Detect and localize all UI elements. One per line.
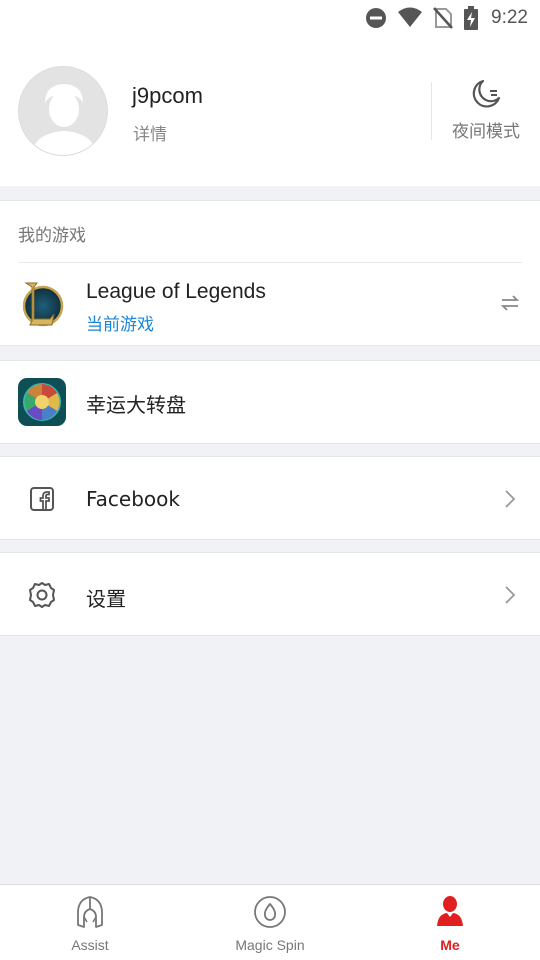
person-icon: [437, 896, 463, 926]
facebook-label: Facebook: [86, 487, 180, 511]
settings-label: 设置: [86, 587, 126, 611]
spin-icon: [254, 896, 286, 928]
username[interactable]: j9pcom: [132, 83, 203, 109]
night-mode-button[interactable]: 夜间模式: [440, 78, 532, 148]
my-games-section: 我的游戏 League of Legends 当前游戏: [0, 200, 540, 346]
battery-charging-icon: [464, 6, 479, 30]
current-game-label: 当前游戏: [86, 315, 154, 335]
tab-label: Assist: [71, 937, 109, 953]
tab-label: Magic Spin: [235, 937, 305, 953]
current-game-row[interactable]: League of Legends 当前游戏: [0, 263, 540, 345]
tab-label: Me: [440, 937, 460, 953]
tab-magic-spin[interactable]: Magic Spin: [180, 885, 360, 960]
status-time: 9:22: [491, 7, 528, 28]
bottom-tab-bar: Assist Magic Spin Me: [0, 884, 540, 960]
chevron-right-icon: [505, 586, 516, 604]
settings-row[interactable]: 设置: [0, 552, 540, 636]
divider: [431, 82, 432, 140]
status-bar: 9:22: [0, 0, 540, 36]
night-mode-label: 夜间模式: [452, 122, 520, 142]
helmet-icon: [77, 896, 103, 928]
facebook-row[interactable]: Facebook: [0, 456, 540, 540]
tab-me[interactable]: Me: [360, 885, 540, 960]
league-of-legends-icon: [22, 282, 64, 327]
default-avatar-icon: [19, 67, 107, 155]
section-title: 我的游戏: [18, 226, 86, 246]
gear-icon: [29, 582, 55, 608]
moon-icon: [472, 79, 501, 108]
switch-arrows-icon[interactable]: [500, 293, 520, 313]
wifi-icon: [398, 7, 423, 27]
details-link[interactable]: 详情: [133, 120, 167, 145]
do-not-disturb-icon: [366, 8, 387, 28]
tab-assist[interactable]: Assist: [0, 885, 180, 960]
game-name: League of Legends: [86, 280, 266, 303]
profile-header: j9pcom 详情 夜间模式: [0, 36, 540, 186]
facebook-icon: [30, 487, 54, 511]
lucky-wheel-icon: [18, 378, 66, 426]
lucky-wheel-row[interactable]: 幸运大转盘: [0, 360, 540, 444]
chevron-right-icon: [505, 490, 516, 508]
no-sim-icon: [433, 7, 453, 29]
lucky-wheel-label: 幸运大转盘: [86, 393, 186, 417]
avatar[interactable]: [18, 66, 108, 156]
